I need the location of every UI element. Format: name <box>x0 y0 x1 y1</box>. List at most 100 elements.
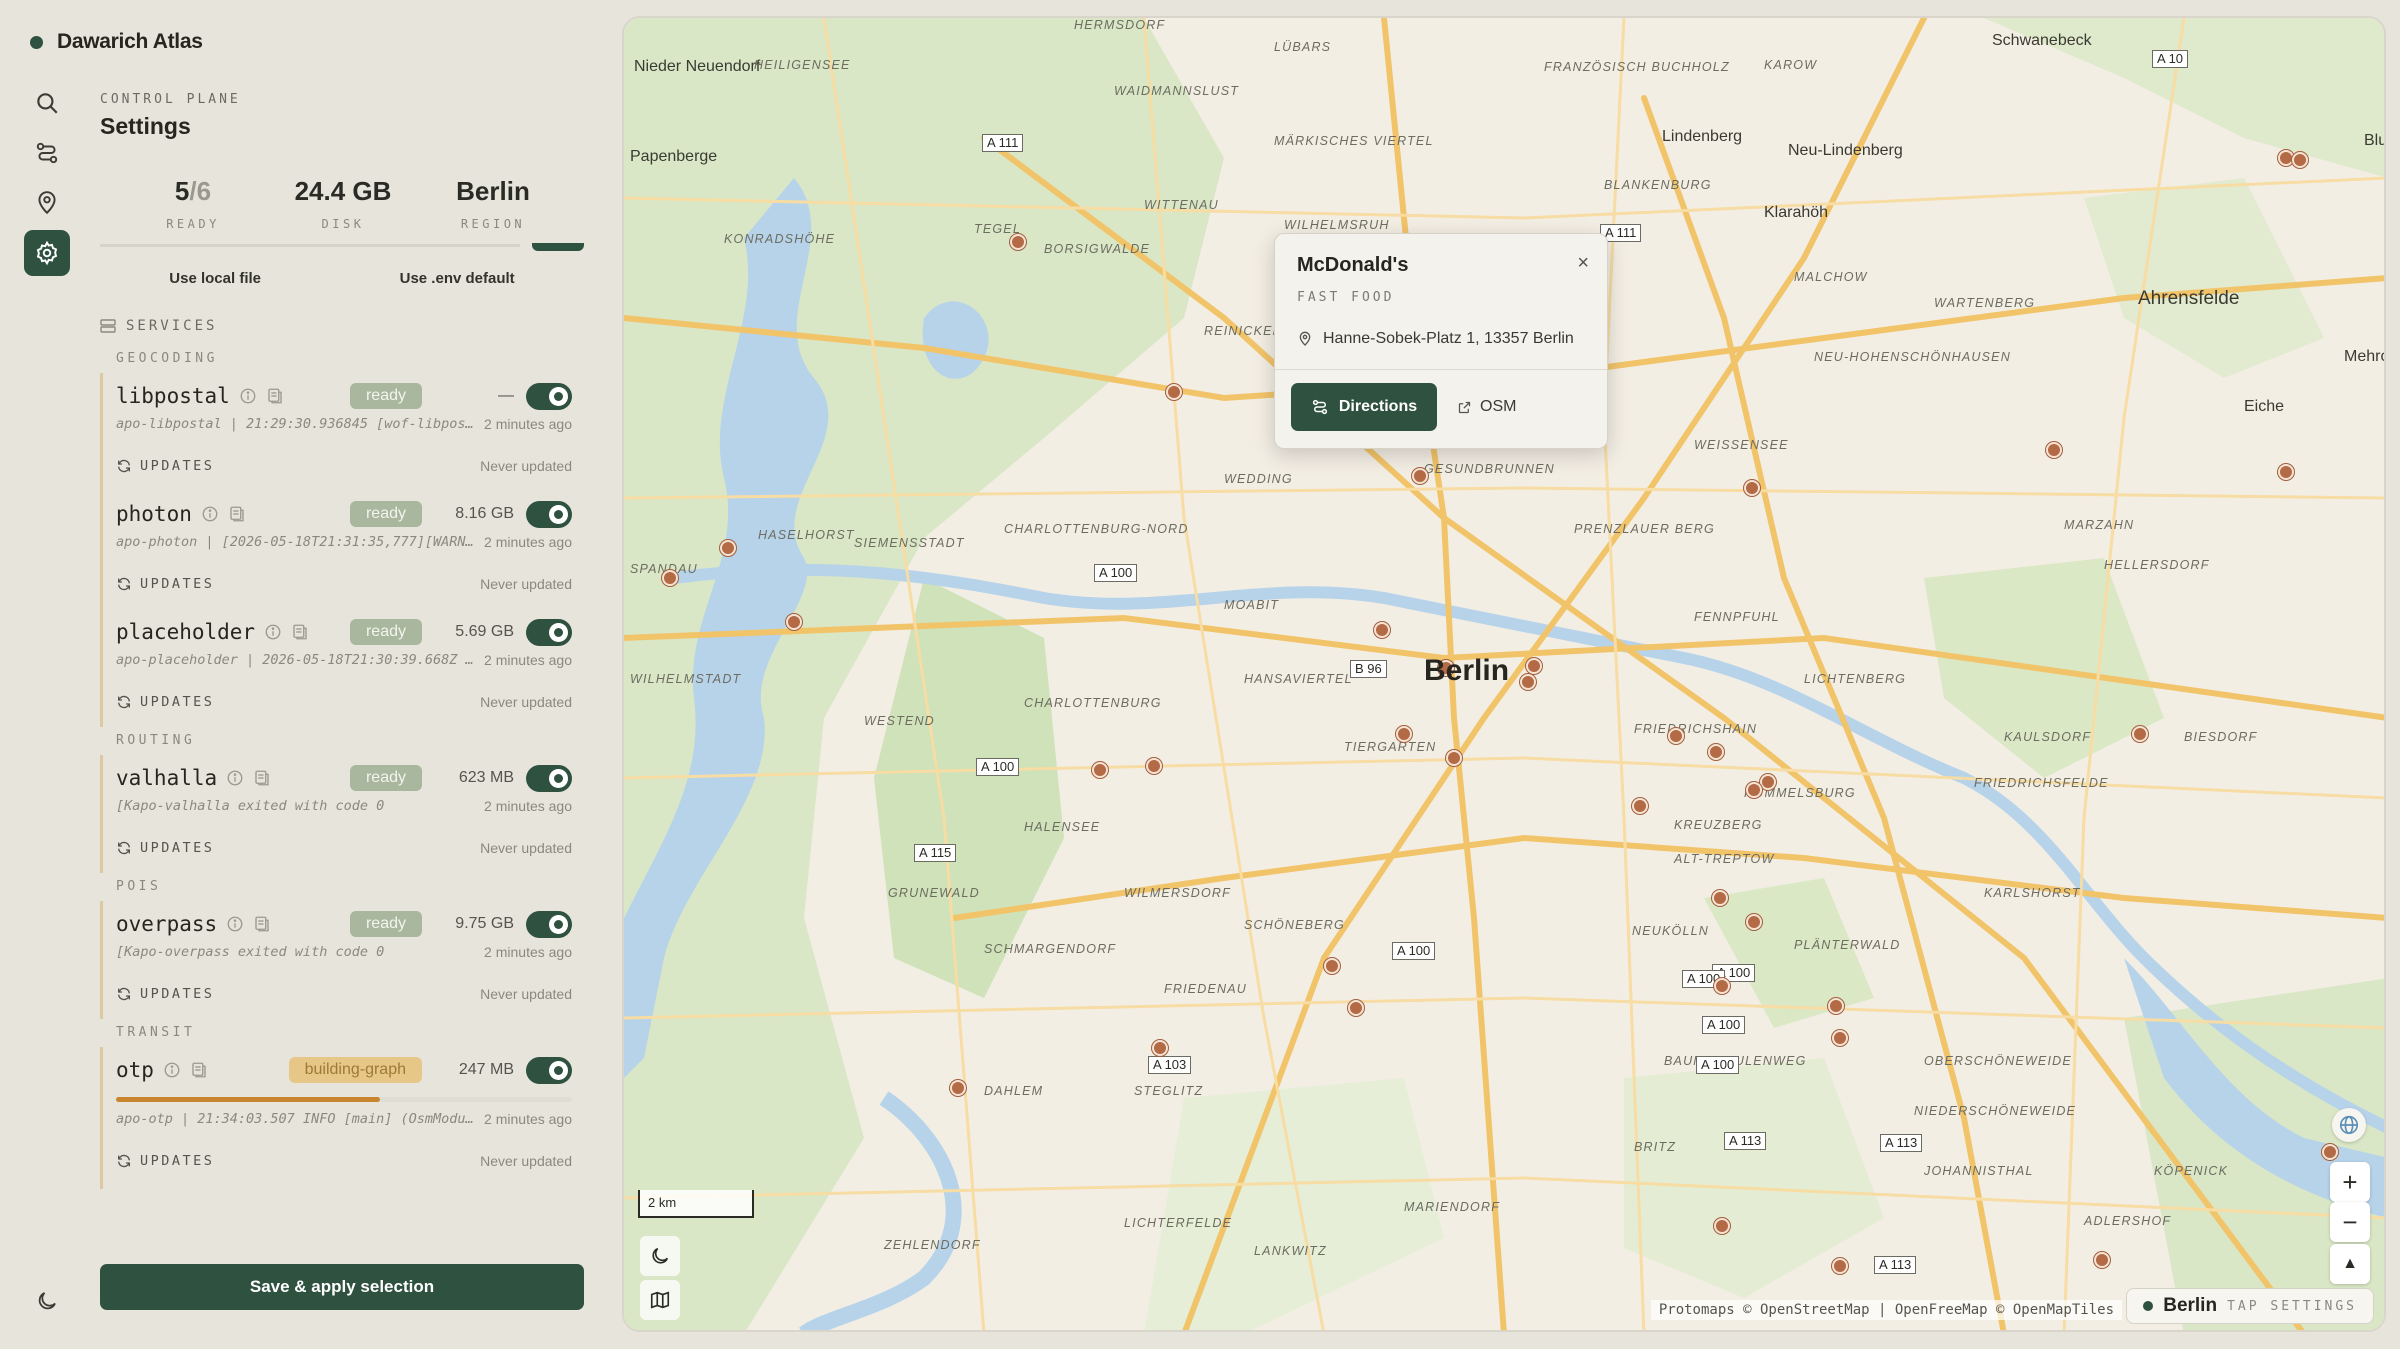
service-enable-toggle[interactable] <box>526 618 572 646</box>
use-local-file-button[interactable]: Use local file <box>169 270 261 287</box>
service-name: photon <box>116 502 192 526</box>
map-view[interactable]: Schwanebeck Nieder Neuendorf Papenberge Lin… <box>622 16 2386 1332</box>
logs-icon[interactable] <box>228 505 246 523</box>
updates-row[interactable]: UPDATES Never updated <box>116 1150 584 1172</box>
poi-marker[interactable] <box>1746 782 1762 798</box>
poi-marker[interactable] <box>1714 978 1730 994</box>
poi-marker[interactable] <box>1446 750 1462 766</box>
services-list[interactable]: GEOCODING libpostal ready — apo-libpostal | … <box>100 345 584 1245</box>
poi-marker[interactable] <box>2046 442 2062 458</box>
poi-marker[interactable] <box>1832 1258 1848 1274</box>
info-icon[interactable] <box>264 623 282 641</box>
service-log-line: apo-libpostal | 21:29:30.936845 [wof-lib… <box>116 416 476 432</box>
updates-row[interactable]: UPDATES Never updated <box>116 455 584 477</box>
map-district-label: ADLERSHOF <box>2084 1214 2172 1228</box>
poi-marker[interactable] <box>1714 1218 1730 1234</box>
poi-marker[interactable] <box>1712 890 1728 906</box>
logs-icon[interactable] <box>266 387 284 405</box>
updates-label: UPDATES <box>140 1153 215 1169</box>
use-env-default-button[interactable]: Use .env default <box>400 270 515 287</box>
poi-marker[interactable] <box>1668 728 1684 744</box>
poi-marker[interactable] <box>1010 234 1026 250</box>
service-enable-toggle[interactable] <box>526 910 572 938</box>
poi-marker[interactable] <box>1632 798 1648 814</box>
poi-marker[interactable] <box>1746 914 1762 930</box>
nav-places-button[interactable] <box>24 180 70 226</box>
service-enable-toggle[interactable] <box>526 1056 572 1084</box>
nav-search-button[interactable] <box>24 80 70 126</box>
map-district-label: WAIDMANNSLUST <box>1114 84 1240 98</box>
stat-ready: 5/6 READY <box>118 176 268 231</box>
logs-icon[interactable] <box>253 769 271 787</box>
map-theme-button[interactable] <box>640 1236 680 1276</box>
road-shield: A 111 <box>982 134 1024 152</box>
poi-marker[interactable] <box>1744 480 1760 496</box>
zoom-in-button[interactable]: + <box>2330 1162 2370 1202</box>
refresh-icon <box>118 987 130 1001</box>
poi-marker[interactable] <box>2278 464 2294 480</box>
osm-link[interactable]: OSM <box>1457 398 1516 416</box>
info-icon[interactable] <box>201 505 219 523</box>
map-district-label: BRITZ <box>1634 1140 1677 1154</box>
server-icon <box>100 319 116 333</box>
poi-marker[interactable] <box>1832 1030 1848 1046</box>
region-chip[interactable]: Berlin TAP SETTINGS <box>2126 1288 2374 1324</box>
status-badge: ready <box>349 501 422 527</box>
updates-row[interactable]: UPDATES Never updated <box>116 837 584 859</box>
poi-marker[interactable] <box>2094 1252 2110 1268</box>
service-enable-toggle[interactable] <box>526 382 572 410</box>
poi-marker[interactable] <box>786 614 802 630</box>
poi-marker[interactable] <box>1166 384 1182 400</box>
popup-close-button[interactable]: × <box>1577 252 1589 275</box>
logs-icon[interactable] <box>253 915 271 933</box>
poi-marker[interactable] <box>1526 658 1542 674</box>
poi-marker[interactable] <box>1374 622 1390 638</box>
save-apply-button[interactable]: Save & apply selection <box>100 1264 584 1310</box>
nav-settings-button[interactable] <box>24 230 70 276</box>
refresh-icon <box>118 1154 130 1168</box>
updates-row[interactable]: UPDATES Never updated <box>116 573 584 595</box>
poi-marker[interactable] <box>1396 726 1412 742</box>
map-district-label: GESUNDBRUNNEN <box>1424 462 1555 476</box>
info-icon[interactable] <box>226 915 244 933</box>
theme-toggle-button[interactable] <box>24 1278 70 1324</box>
map-layers-button[interactable] <box>640 1280 680 1320</box>
service-enable-toggle[interactable] <box>526 764 572 792</box>
compass-button[interactable]: ▲ <box>2330 1244 2370 1284</box>
info-icon[interactable] <box>239 387 257 405</box>
updates-row[interactable]: UPDATES Never updated <box>116 691 584 713</box>
road-shield: A 113 <box>1874 1256 1917 1274</box>
poi-marker[interactable] <box>1152 1040 1168 1056</box>
poi-marker[interactable] <box>2292 152 2308 168</box>
poi-marker[interactable] <box>1324 958 1340 974</box>
service-enable-toggle[interactable] <box>526 500 572 528</box>
map-district-label: FRIEDENAU <box>1164 982 1248 996</box>
logs-icon[interactable] <box>291 623 309 641</box>
poi-marker[interactable] <box>1092 762 1108 778</box>
poi-marker[interactable] <box>720 540 736 556</box>
poi-marker[interactable] <box>1708 744 1724 760</box>
poi-marker[interactable] <box>662 570 678 586</box>
zoom-out-button[interactable]: − <box>2330 1202 2370 1242</box>
info-icon[interactable] <box>226 769 244 787</box>
poi-marker[interactable] <box>1412 468 1428 484</box>
updates-row[interactable]: UPDATES Never updated <box>116 983 584 1005</box>
service-size: — <box>498 387 514 404</box>
poi-marker[interactable] <box>1828 998 1844 1014</box>
poi-marker[interactable] <box>1146 758 1162 774</box>
info-icon[interactable] <box>163 1061 181 1079</box>
map-district-label: CHARLOTTENBURG <box>1024 696 1162 710</box>
poi-marker[interactable] <box>1520 674 1536 690</box>
poi-marker[interactable] <box>950 1080 966 1096</box>
nav-routes-button[interactable] <box>24 130 70 176</box>
map-district-label: OBERSCHÖNEWEIDE <box>1924 1054 2072 1068</box>
map-attribution[interactable]: Protomaps © OpenStreetMap | OpenFreeMap … <box>1650 1300 2122 1320</box>
logs-icon[interactable] <box>190 1061 208 1079</box>
directions-button[interactable]: Directions <box>1291 383 1437 431</box>
globe-button[interactable] <box>2332 1108 2366 1142</box>
poi-marker[interactable] <box>2132 726 2148 742</box>
poi-marker[interactable] <box>2322 1144 2338 1160</box>
poi-marker[interactable] <box>1760 774 1776 790</box>
refresh-icon <box>118 459 130 473</box>
poi-marker[interactable] <box>1348 1000 1364 1016</box>
